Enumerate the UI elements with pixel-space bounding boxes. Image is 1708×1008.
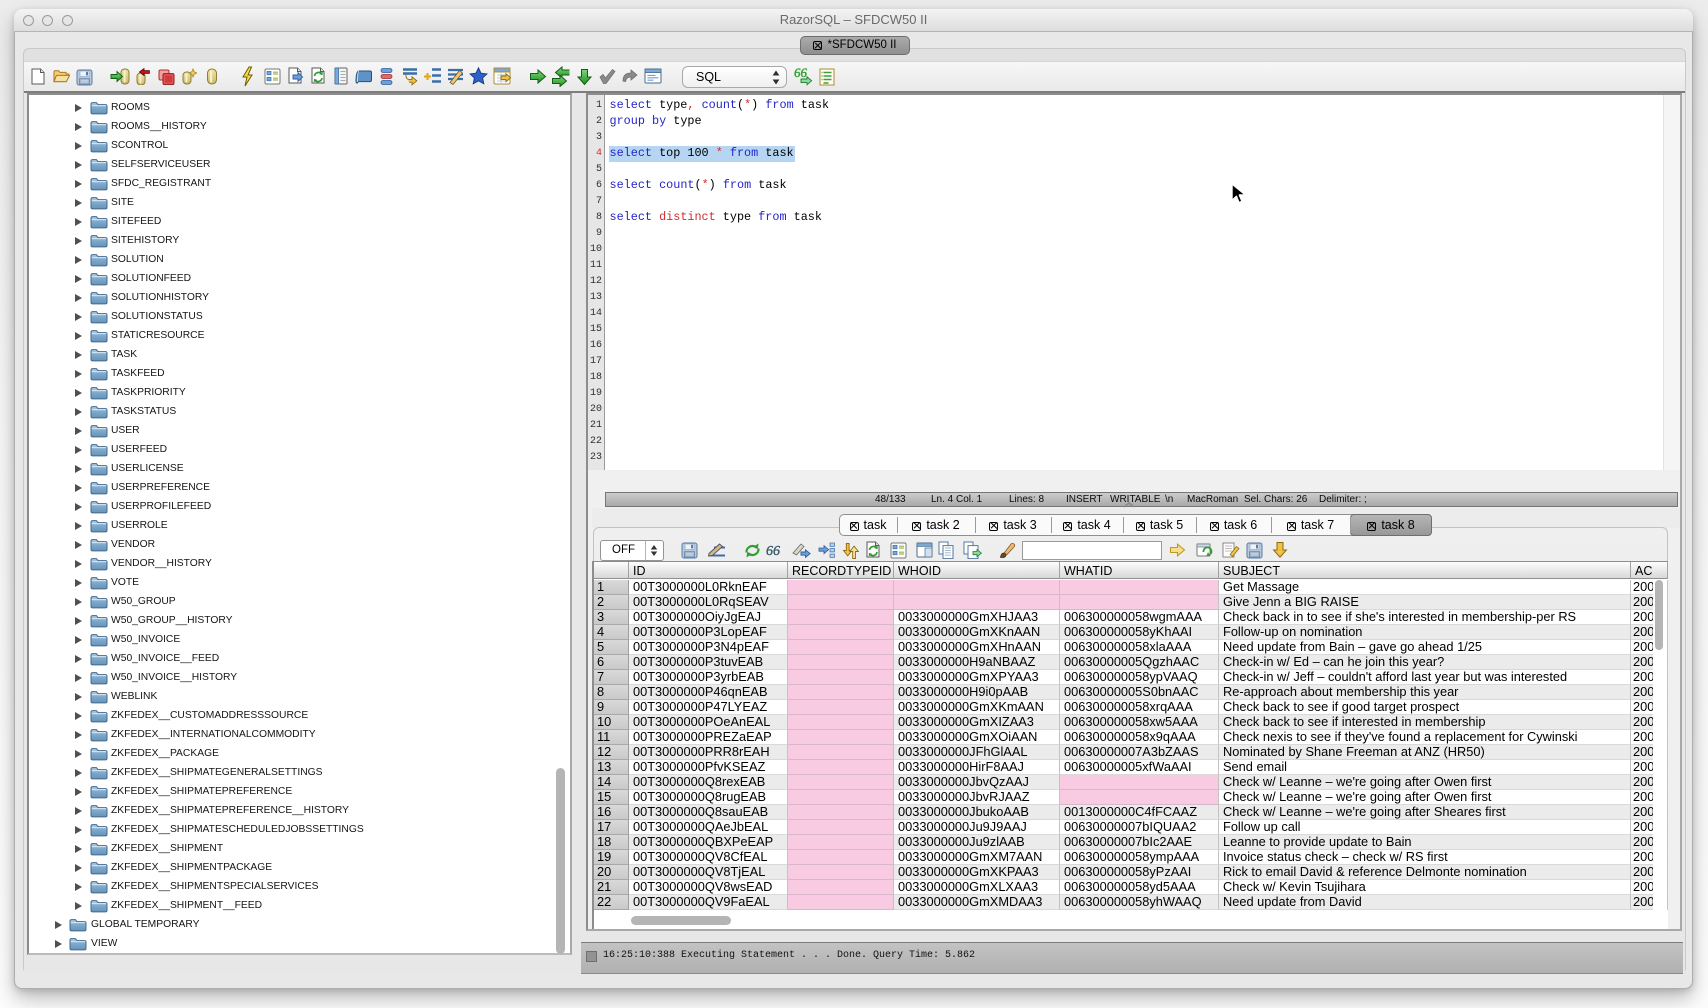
svg-text:66: 66 — [794, 66, 808, 80]
svg-text:66: 66 — [766, 544, 780, 556]
